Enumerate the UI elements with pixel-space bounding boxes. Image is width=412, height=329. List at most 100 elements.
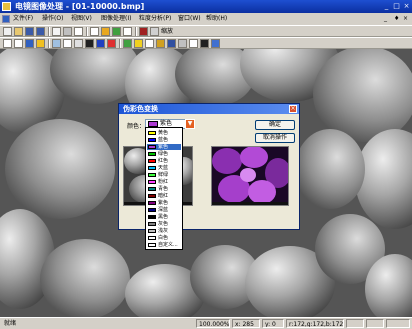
record-icon[interactable] [139, 27, 148, 36]
redo-icon[interactable] [123, 27, 132, 36]
toolbar-separator [48, 39, 50, 48]
color-option-label: 暗红 [158, 193, 169, 199]
menu-bar: 文件(F) 操作(O) 视图(V) 图像处理(I) 粒度分析(P) 窗口(W) … [0, 13, 412, 25]
print-icon[interactable] [63, 27, 72, 36]
color-option[interactable]: 自定义... [147, 242, 181, 248]
filter-icon[interactable] [178, 39, 187, 48]
color-option-label: 黄色 [158, 130, 169, 136]
color-swatch [148, 187, 156, 191]
standard-toolbar: 缩放 [0, 25, 412, 37]
color-option[interactable]: 青色 [147, 186, 181, 192]
new-file-icon[interactable] [3, 27, 12, 36]
open-folder-icon[interactable] [14, 27, 23, 36]
color-swatch [148, 208, 156, 212]
color-swatch [148, 194, 156, 198]
line-tool-icon[interactable] [74, 39, 83, 48]
mdi-close-button[interactable]: × [403, 14, 408, 24]
statistics-icon[interactable] [167, 39, 176, 48]
color-option[interactable]: 白色 [147, 235, 181, 241]
select-rect-icon[interactable] [3, 39, 12, 48]
histogram-icon[interactable] [25, 39, 34, 48]
circle-icon[interactable] [145, 39, 154, 48]
color-option[interactable]: 暗红 [147, 193, 181, 199]
color-option[interactable]: 紫色 [147, 200, 181, 206]
menu-operate[interactable]: 操作(O) [42, 14, 63, 24]
red-channel-icon[interactable] [107, 39, 116, 48]
chart-icon[interactable] [96, 39, 105, 48]
color-option[interactable]: 黄色 [147, 130, 181, 136]
undo-icon[interactable] [112, 27, 121, 36]
color-option[interactable]: 黑色 [147, 214, 181, 220]
measure-icon[interactable] [52, 39, 61, 48]
color-swatch [148, 180, 156, 184]
close-button[interactable]: × [402, 2, 411, 11]
palette-icon[interactable] [134, 39, 143, 48]
paste-icon[interactable] [101, 27, 110, 36]
color-option[interactable]: 紫色 [147, 144, 181, 150]
chevron-down-icon[interactable]: ▼ [185, 119, 195, 129]
grid-icon[interactable] [189, 39, 198, 48]
image-toolbar [0, 37, 412, 49]
select-ellipse-icon[interactable] [14, 39, 23, 48]
save-all-icon[interactable] [36, 27, 45, 36]
color-option-label: 蓝色 [158, 137, 169, 143]
toolbar-separator [86, 27, 88, 36]
color-option-label: 鲜绿 [158, 172, 169, 178]
menu-image-processing[interactable]: 图像处理(I) [101, 14, 131, 24]
color-option[interactable]: 粉红 [147, 179, 181, 185]
mdi-minimize-button[interactable]: _ [384, 14, 387, 24]
color-option[interactable]: 红色 [147, 158, 181, 164]
brush-icon[interactable] [36, 39, 45, 48]
color-option-label: 红色 [158, 158, 169, 164]
status-x: x: 285 [232, 319, 260, 328]
color-option[interactable]: 天蓝 [147, 165, 181, 171]
toolbar-separator [48, 27, 50, 36]
copy-icon[interactable] [90, 27, 99, 36]
color-option-label: 天蓝 [158, 165, 169, 171]
status-rgb: r:172,g:172,b:172 [286, 319, 344, 328]
menu-view[interactable]: 视图(V) [71, 14, 92, 24]
color-option-label: 黑色 [158, 214, 169, 220]
toolbar-separator [135, 27, 137, 36]
leaf-icon[interactable] [123, 39, 132, 48]
color-option-label: 青色 [158, 186, 169, 192]
document-icon[interactable] [2, 15, 10, 23]
menu-window[interactable]: 窗口(W) [178, 14, 201, 24]
color-option[interactable]: 鲜绿 [147, 172, 181, 178]
help-icon[interactable] [74, 27, 83, 36]
info-icon[interactable] [211, 39, 220, 48]
color-label: 颜色： [127, 123, 146, 130]
status-panel [366, 319, 384, 328]
ok-button[interactable]: 确定 [255, 120, 295, 130]
status-panel [386, 319, 410, 328]
color-option[interactable]: 绿色 [147, 151, 181, 157]
color-swatch [148, 131, 156, 135]
color-option[interactable]: 浅灰 [147, 228, 181, 234]
color-option[interactable]: 蓝色 [147, 137, 181, 143]
zoom-label[interactable]: 缩放 [161, 27, 173, 36]
status-panel [346, 319, 364, 328]
status-bar: 就绪 100.000% x: 285 y: 0 r:172,g:172,b:17… [0, 317, 412, 329]
invert-icon[interactable] [200, 39, 209, 48]
menu-help[interactable]: 帮助(H) [206, 14, 227, 24]
minimize-button[interactable]: _ [382, 2, 391, 11]
pseudo-color-icon[interactable] [156, 39, 165, 48]
color-dropdown-list[interactable]: 黄色 蓝色 紫色 绿色 红色 天蓝 鲜绿 粉红 青色 暗红 紫色 深蓝 黑色 灰色 浅灰 白色 自定义... [145, 127, 183, 250]
save-disk-icon[interactable] [25, 27, 34, 36]
dialog-title: 伪彩色变换 [119, 104, 299, 114]
menu-particle-analysis[interactable]: 粒度分析(P) [139, 14, 171, 24]
text-tool-icon[interactable] [85, 39, 94, 48]
maximize-button[interactable]: □ [392, 2, 401, 11]
menu-file[interactable]: 文件(F) [13, 14, 33, 24]
status-y: y: 0 [262, 319, 284, 328]
toolbar-separator [119, 39, 121, 48]
window-title: 电镜图像处理 - [01-10000.bmp] [15, 2, 145, 11]
zoom-icon[interactable] [150, 27, 159, 36]
cancel-button[interactable]: 取消操作 [255, 133, 295, 143]
color-option[interactable]: 深蓝 [147, 207, 181, 213]
print-preview-icon[interactable] [52, 27, 61, 36]
rotate-icon[interactable] [63, 39, 72, 48]
color-option[interactable]: 灰色 [147, 221, 181, 227]
mdi-restore-button[interactable]: ♦ [394, 14, 399, 24]
dialog-close-button[interactable]: × [289, 105, 297, 113]
